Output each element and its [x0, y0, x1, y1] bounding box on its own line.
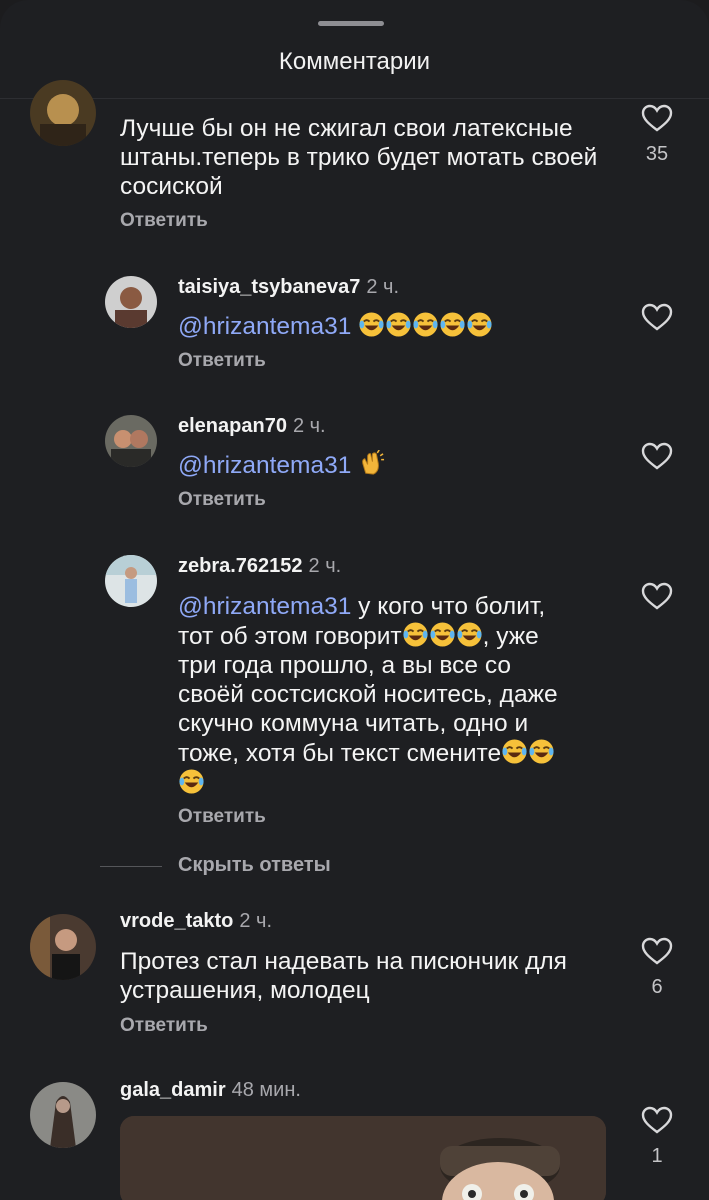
heart-outline-icon[interactable]	[641, 937, 673, 965]
like-count: 1	[651, 1145, 663, 1167]
drag-handle[interactable]	[318, 21, 384, 26]
reply-button[interactable]: Ответить	[120, 210, 208, 232]
comment-text: Лучше бы он не сжигал свои латексные шта…	[120, 115, 598, 200]
clapping-hands-icon	[358, 450, 385, 477]
hide-replies-line	[100, 866, 162, 867]
comment-username[interactable]: gala_damir 48 мин.	[120, 1079, 301, 1102]
heart-outline-icon[interactable]	[641, 442, 673, 470]
avatar[interactable]	[105, 276, 157, 328]
mention-link[interactable]: @hrizantema31	[178, 452, 351, 479]
avatar[interactable]	[30, 914, 96, 980]
comment-time: 2 ч.	[308, 555, 342, 577]
comment-text: @hrizantema31 у кого что болит, тот об э…	[178, 592, 618, 798]
face-with-tears-of-joy	[429, 621, 456, 648]
like-count: 35	[645, 143, 669, 165]
reply-button[interactable]: Ответить	[120, 1015, 208, 1037]
face-with-tears-of-joy	[412, 311, 439, 338]
heart-outline-icon[interactable]	[641, 1106, 673, 1134]
reply-button[interactable]: Ответить	[178, 350, 266, 372]
face-with-tears-of-joy	[501, 738, 528, 765]
avatar[interactable]	[30, 80, 96, 146]
heart-outline-icon[interactable]	[641, 104, 673, 132]
comment-text: @hrizantema31	[178, 450, 618, 480]
face-with-tears-of-joy	[528, 738, 555, 765]
comment-text: @hrizantema31	[178, 311, 618, 341]
face-with-tears-of-joy	[456, 621, 483, 648]
like-count: 6	[651, 976, 663, 998]
face-with-tears-of-joy	[358, 311, 385, 338]
mention-link[interactable]: @hrizantema31	[178, 313, 351, 340]
comment-username[interactable]: taisiya_tsybaneva7 2 ч.	[178, 276, 399, 299]
hide-replies-button[interactable]: Скрыть ответы	[178, 854, 331, 877]
heart-outline-icon[interactable]	[641, 582, 673, 610]
face-with-tears-of-joy	[402, 621, 429, 648]
comment-text: Протез стал надевать на писюнчик для уст…	[120, 948, 567, 1004]
comment-time: 48 мин.	[231, 1079, 301, 1101]
face-with-tears-of-joy	[439, 311, 466, 338]
face-with-tears-of-joy	[178, 768, 205, 795]
heart-outline-icon[interactable]	[641, 303, 673, 331]
avatar[interactable]	[105, 555, 157, 607]
reply-button[interactable]: Ответить	[178, 489, 266, 511]
reply-button[interactable]: Ответить	[178, 806, 266, 828]
comment-username[interactable]: vrode_takto 2 ч.	[120, 910, 272, 933]
comment-time: 2 ч.	[366, 276, 399, 298]
comment-time: 2 ч.	[292, 415, 326, 437]
comments-sheet: Комментарии Лучше бы он не сжигал свои л…	[0, 0, 709, 1200]
face-with-tears-of-joy	[385, 311, 412, 338]
avatar[interactable]	[105, 415, 157, 467]
comment-username[interactable]: zebra.762152 2 ч.	[178, 555, 341, 578]
header-divider	[0, 98, 709, 99]
mention-link[interactable]: @hrizantema31	[178, 593, 351, 620]
comment-gif-image[interactable]	[120, 1116, 606, 1200]
comment-username[interactable]: elenapan70 2 ч.	[178, 415, 326, 438]
sheet-title: Комментарии	[278, 48, 431, 75]
face-with-tears-of-joy	[466, 311, 493, 338]
comment-time: 2 ч.	[239, 910, 273, 932]
avatar[interactable]	[30, 1082, 96, 1148]
